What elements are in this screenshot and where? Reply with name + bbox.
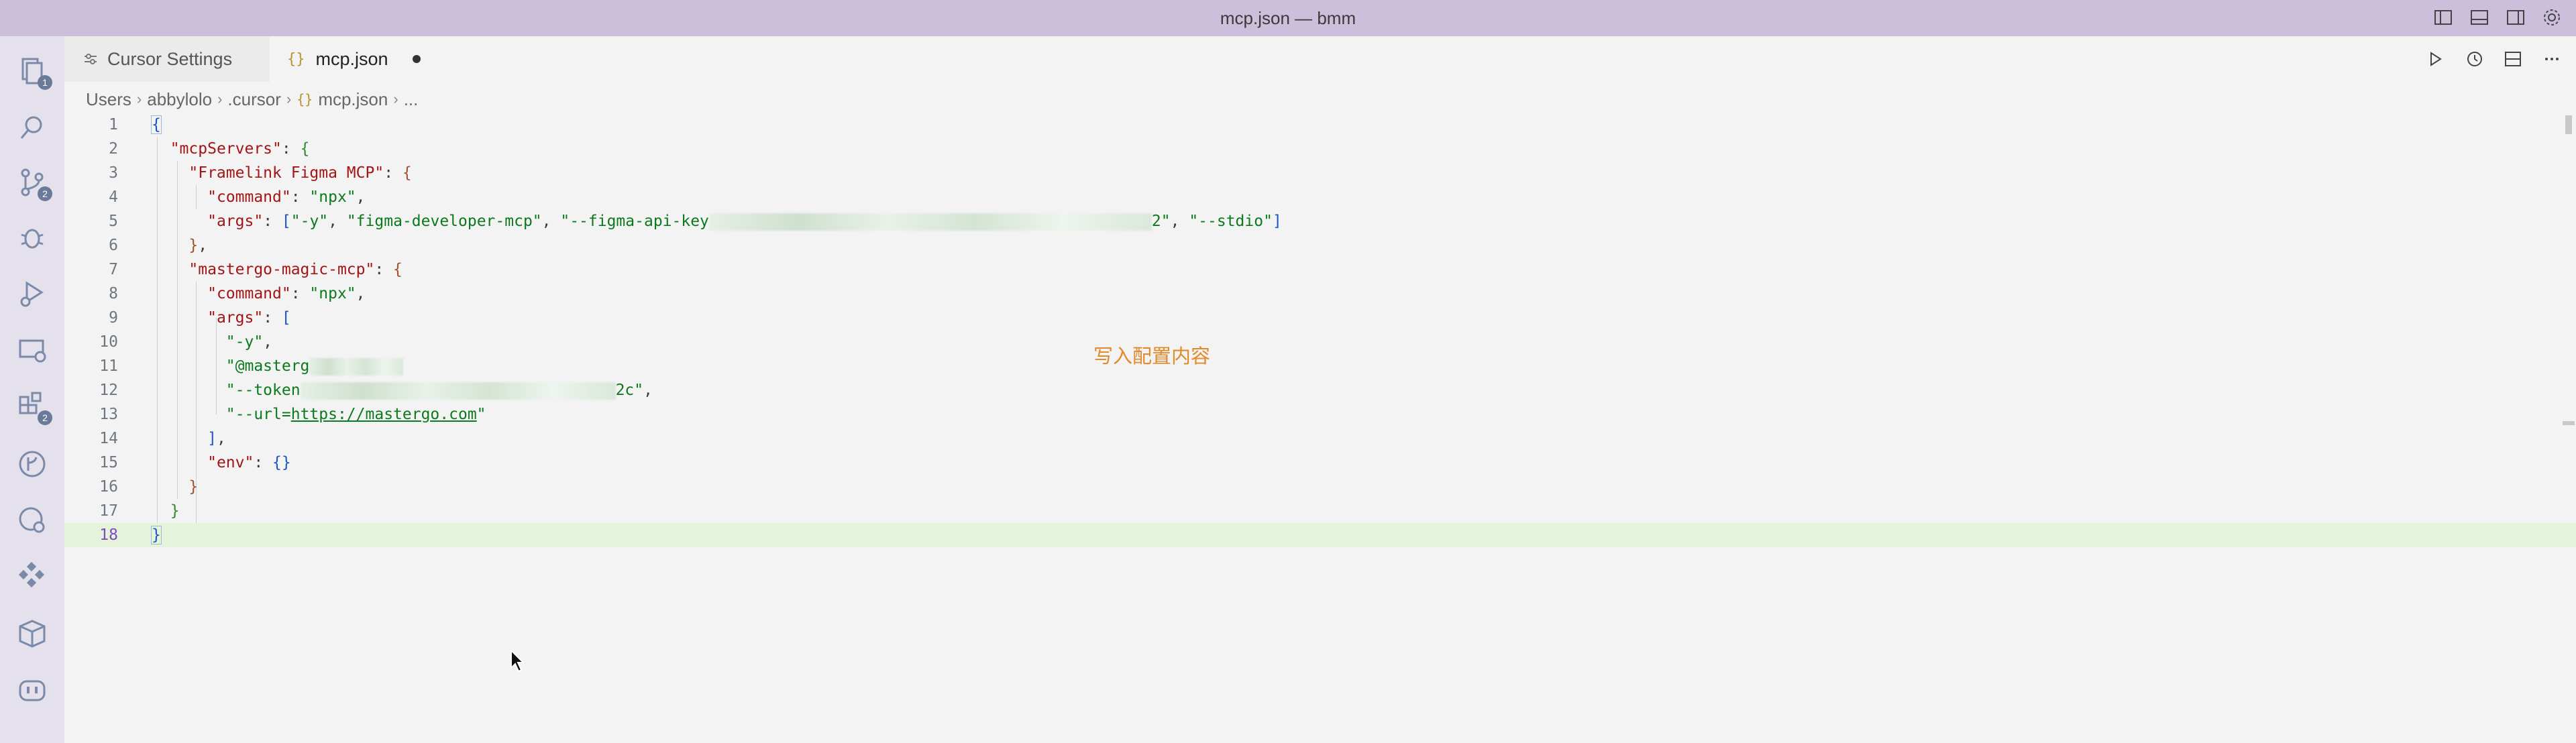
breadcrumb: Users › abbylolo › .cursor › {} mcp.json…	[86, 86, 418, 113]
tab-mcp-json[interactable]: {} mcp.json	[270, 36, 506, 82]
chevron-right-icon: ›	[217, 91, 223, 107]
title-bar: mcp.json — bmm	[0, 0, 2576, 36]
source-control-icon[interactable]: 2	[15, 165, 52, 201]
toggle-primary-sidebar-icon[interactable]	[2432, 7, 2454, 28]
code-line: 5 "args": ["-y", "figma-developer-mcp", …	[109, 213, 1282, 231]
chevron-right-icon: ›	[393, 91, 398, 107]
tab-bar: Cursor Settings {} mcp.json	[64, 36, 2576, 82]
source-control-badge: 2	[38, 186, 52, 201]
json-file-icon: {}	[297, 91, 313, 107]
code-line: 7 "mastergo-magic-mcp": {	[109, 261, 402, 278]
breadcrumb-item-abbylolo[interactable]: abbylolo	[147, 89, 212, 110]
unsaved-dot-icon[interactable]	[412, 55, 421, 63]
scrollbar-marker[interactable]	[2563, 421, 2575, 425]
url-link[interactable]: https://mastergo.com	[291, 406, 477, 423]
more-actions-icon[interactable]	[2541, 48, 2563, 70]
redacted-token	[300, 382, 616, 400]
toggle-secondary-sidebar-icon[interactable]	[2505, 7, 2526, 28]
mouse-pointer-icon	[511, 649, 525, 673]
code-line: 11 "@masterg	[64, 354, 2576, 378]
figma-icon[interactable]	[15, 559, 50, 594]
settings-gear-icon[interactable]	[2541, 7, 2563, 28]
code-line: 14 ],	[99, 430, 226, 447]
settings-sliders-icon	[85, 54, 97, 64]
code-line-active: 18}	[64, 523, 2576, 547]
code-line: 9 "args": [	[109, 309, 291, 327]
explorer-badge: 1	[38, 75, 52, 90]
code-line: 1{	[109, 115, 162, 134]
code-line: 6 },	[109, 237, 208, 254]
breadcrumb-item-cursor[interactable]: .cursor	[227, 89, 280, 110]
code-line: 3 "Framelink Figma MCP": {	[109, 164, 412, 182]
timeline-icon[interactable]	[15, 503, 50, 538]
breadcrumb-item-users[interactable]: Users	[86, 89, 131, 110]
tab-label: mcp.json	[315, 48, 388, 69]
annotation-text: 写入配置内容	[1093, 345, 1211, 367]
code-line: 13 "--url=https://mastergo.com"	[99, 406, 486, 423]
code-line: 8 "command": "npx",	[109, 285, 366, 302]
debug-icon[interactable]	[15, 220, 50, 255]
search-icon[interactable]	[15, 110, 50, 145]
code-line: 4 "command": "npx",	[109, 188, 366, 206]
code-line: 12 "--token 2c",	[99, 382, 653, 400]
remote-explorer-icon[interactable]	[15, 333, 50, 367]
explorer-icon[interactable]: 1	[15, 54, 52, 90]
chevron-right-icon: ›	[286, 91, 292, 107]
tab-cursor-settings[interactable]: Cursor Settings	[64, 36, 270, 82]
history-icon[interactable]	[2463, 48, 2485, 70]
tab-label: Cursor Settings	[107, 48, 233, 69]
scrollbar-marker[interactable]	[2565, 115, 2572, 134]
code-line: 17 }	[99, 502, 180, 520]
activity-bar: 1 2 2	[0, 36, 64, 743]
code-line: 16 }	[99, 478, 199, 496]
json-file-icon: {}	[287, 50, 305, 68]
redacted-api-key	[708, 213, 1152, 231]
redacted-package	[309, 357, 404, 376]
extensions-icon[interactable]: 2	[15, 389, 52, 425]
git-graph-icon[interactable]	[15, 447, 50, 481]
code-line: 10 "-y",	[99, 333, 273, 351]
toggle-panel-icon[interactable]	[2469, 7, 2490, 28]
code-line: 2 "mcpServers": {	[109, 140, 310, 158]
run-icon[interactable]	[2424, 48, 2446, 70]
code-line: 15 "env": {}	[99, 454, 291, 471]
code-editor[interactable]: 1{ 2 "mcpServers": { 3 "Framelink Figma …	[64, 113, 2576, 743]
split-editor-icon[interactable]	[2502, 48, 2524, 70]
window-title: mcp.json — bmm	[1220, 8, 1356, 28]
package-icon[interactable]	[15, 616, 50, 650]
breadcrumb-item-more[interactable]: ...	[404, 89, 419, 110]
breadcrumb-item-mcp-json[interactable]: mcp.json	[318, 89, 388, 110]
copilot-icon[interactable]	[15, 672, 50, 707]
chevron-right-icon: ›	[136, 91, 142, 107]
extensions-badge: 2	[38, 410, 52, 425]
run-debug-icon[interactable]	[15, 276, 50, 311]
